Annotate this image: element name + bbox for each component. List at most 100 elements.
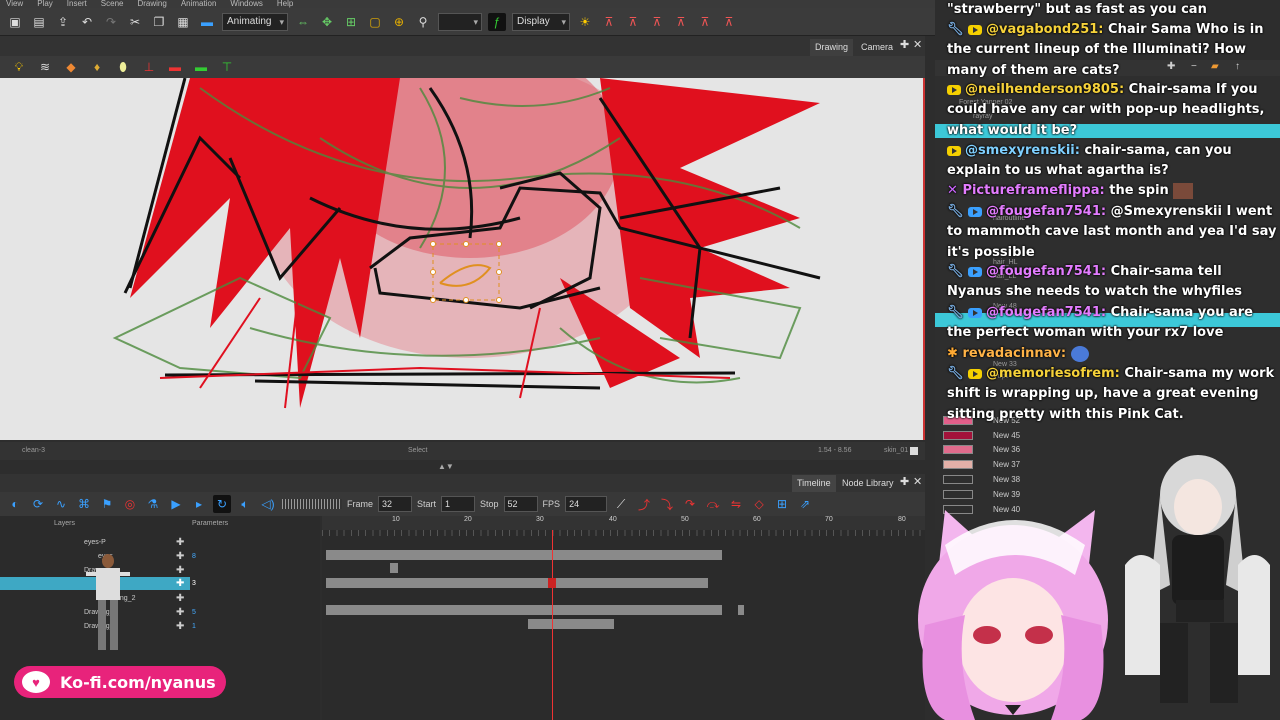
kofi-link-text[interactable]: Ko-fi.com/nyanus xyxy=(60,673,216,692)
paint-bucket-icon[interactable]: ◆ xyxy=(62,58,80,76)
ease-icon[interactable]: ↷ xyxy=(681,495,699,513)
loop-icon[interactable]: ↻ xyxy=(213,495,231,513)
add-icon[interactable]: ✚ xyxy=(176,592,184,605)
stop-field[interactable]: 52 xyxy=(503,496,538,512)
red-flat-icon[interactable]: ▬ xyxy=(166,58,184,76)
onion-skin-5-icon[interactable]: ⊼ xyxy=(696,13,714,31)
keyframe-mode-icon[interactable]: ƒ xyxy=(488,12,506,31)
cut-icon[interactable]: ✂ xyxy=(126,13,144,31)
filter-icon[interactable]: ⚗ xyxy=(144,495,162,513)
sound-icon[interactable]: 🔈︎ xyxy=(236,495,254,513)
menu-scene[interactable]: Scene xyxy=(101,0,124,8)
add-icon[interactable]: ✚ xyxy=(176,550,184,563)
export-timeline-icon[interactable]: ⇗ xyxy=(796,495,814,513)
paste-icon[interactable]: ▦ xyxy=(174,13,192,31)
tab-camera[interactable]: Camera xyxy=(856,39,899,56)
start-field[interactable]: 1 xyxy=(441,496,476,512)
menu-help[interactable]: Help xyxy=(277,0,293,8)
tab-node-library[interactable]: Node Library xyxy=(837,475,899,492)
grid-icon[interactable]: ⊞ xyxy=(342,13,360,31)
frame-exposure[interactable] xyxy=(390,563,398,573)
menu-insert[interactable]: Insert xyxy=(67,0,87,8)
frame-exposure[interactable] xyxy=(326,550,722,560)
close-view-icon[interactable]: ✕ xyxy=(913,38,922,51)
export-icon[interactable]: ⇪ xyxy=(54,13,72,31)
keyframe-icon[interactable]: ◇ xyxy=(750,495,768,513)
hair-right-shape xyxy=(600,78,820,358)
add-icon[interactable]: ✚ xyxy=(176,577,184,590)
red-line-icon[interactable]: ⊥ xyxy=(140,58,158,76)
bounding-box-icon[interactable]: ▢ xyxy=(366,13,384,31)
onion-icon[interactable]: ≋ xyxy=(36,58,54,76)
tab-timeline[interactable]: Timeline xyxy=(792,475,836,492)
playhead[interactable] xyxy=(552,530,553,720)
add-view-icon[interactable]: ✚ xyxy=(900,38,909,51)
redo-icon[interactable]: ↷ xyxy=(102,13,120,31)
play-selection-icon[interactable]: ▸ xyxy=(190,495,208,513)
egg-icon[interactable]: ⬮ xyxy=(114,58,132,76)
node-view-icon[interactable]: ⊞ xyxy=(773,495,791,513)
frame-exposure[interactable] xyxy=(738,605,744,615)
frame-ruler[interactable]: 10 20 30 40 50 60 70 80 xyxy=(322,516,925,530)
onion-skin-3-icon[interactable]: ⊼ xyxy=(648,13,666,31)
frame-exposure[interactable] xyxy=(326,605,722,615)
playback-speed-slider[interactable] xyxy=(282,499,342,509)
green-flat-icon[interactable]: ▬ xyxy=(192,58,210,76)
fps-field[interactable]: 24 xyxy=(565,496,608,512)
drawing-canvas[interactable] xyxy=(0,78,925,440)
kofi-badge[interactable]: ♥ Ko-fi.com/nyanus xyxy=(14,666,226,698)
undo-icon[interactable]: ↶ xyxy=(78,13,96,31)
sync-icon[interactable]: ⟳ xyxy=(29,495,47,513)
blank-dropdown[interactable] xyxy=(438,12,482,31)
status-toggle[interactable] xyxy=(910,447,918,455)
add-icon[interactable]: ✚ xyxy=(176,620,184,633)
display-dropdown[interactable]: Display xyxy=(512,12,570,31)
menu-drawing[interactable]: Drawing xyxy=(137,0,166,8)
frame-field[interactable]: 32 xyxy=(378,496,413,512)
frame-exposure[interactable] xyxy=(528,619,614,629)
onion-skin-6-icon[interactable]: ⊼ xyxy=(720,13,738,31)
deform-icon[interactable]: ⚑ xyxy=(98,495,116,513)
add-timeline-view-icon[interactable]: ✚ xyxy=(900,475,909,488)
target-icon[interactable]: ◎ xyxy=(121,495,139,513)
frame-exposure[interactable] xyxy=(326,578,708,588)
menu-windows[interactable]: Windows xyxy=(230,0,262,8)
copy-icon[interactable]: ❐ xyxy=(150,13,168,31)
onion-skin-2-icon[interactable]: ⊼ xyxy=(624,13,642,31)
peg-icon[interactable]: ⌘ xyxy=(75,495,93,513)
ink-icon[interactable]: ♦ xyxy=(88,58,106,76)
ease-out-icon[interactable]: ⤵ xyxy=(658,495,676,513)
add-icon[interactable]: ✚ xyxy=(176,536,184,549)
add-icon[interactable]: ✚ xyxy=(176,564,184,577)
menu-play[interactable]: Play xyxy=(37,0,53,8)
onion-toggle-icon[interactable]: ◐ xyxy=(6,495,24,513)
save-icon[interactable]: ▣ xyxy=(6,13,24,31)
save-all-icon[interactable]: ▤ xyxy=(30,13,48,31)
green-line-icon[interactable]: ⊤ xyxy=(218,58,236,76)
sound-scrub-icon[interactable]: ◁) xyxy=(259,495,277,513)
add-icon[interactable]: ✚ xyxy=(176,606,184,619)
play-icon[interactable]: ▶ xyxy=(167,495,185,513)
bulb-icon[interactable]: 💡︎ xyxy=(10,58,28,76)
tab-drawing[interactable]: Drawing xyxy=(810,39,854,56)
constant-icon[interactable]: ⇋ xyxy=(727,495,745,513)
rig-icon[interactable]: ⚲ xyxy=(414,13,432,31)
close-timeline-icon[interactable]: ✕ xyxy=(913,475,922,488)
color-swatch-icon[interactable]: ▬ xyxy=(198,13,216,31)
transform-icon[interactable]: ⇔ xyxy=(294,13,312,31)
panel-splitter-icon[interactable]: ▲▼ xyxy=(438,462,454,471)
stepped-icon[interactable]: ⤼ xyxy=(704,495,722,513)
mode-dropdown[interactable]: Animating xyxy=(222,12,288,31)
layer-list-item[interactable]: New 45 xyxy=(935,429,1280,443)
pivot-icon[interactable]: ⊕ xyxy=(390,13,408,31)
ease-in-icon[interactable]: ⤴ xyxy=(635,495,653,513)
onion-skin-1-icon[interactable]: ⊼ xyxy=(600,13,618,31)
interpolation-icon[interactable]: ⟋ xyxy=(612,495,630,513)
move-icon[interactable]: ✥ xyxy=(318,13,336,31)
menu-view[interactable]: View xyxy=(6,0,23,8)
onion-skin-4-icon[interactable]: ⊼ xyxy=(672,13,690,31)
curve-icon[interactable]: ∿ xyxy=(52,495,70,513)
menu-animation[interactable]: Animation xyxy=(181,0,217,8)
light-icon[interactable]: ☀ xyxy=(576,13,594,31)
layer-row[interactable]: eyes-P ✚ xyxy=(0,536,200,549)
